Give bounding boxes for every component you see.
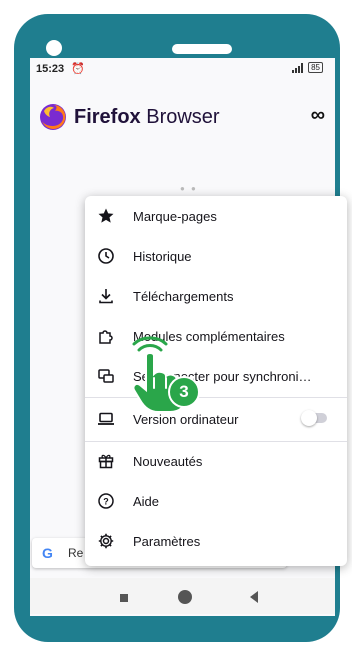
status-right: 85 <box>292 62 323 73</box>
menu-divider <box>85 397 347 398</box>
speaker-bar <box>172 44 232 54</box>
download-icon <box>97 287 115 305</box>
svg-text:?: ? <box>103 497 109 507</box>
infinity-icon[interactable]: ∞ <box>311 104 325 127</box>
brand-name: Firefox Browser <box>74 106 220 129</box>
desktop-site-toggle[interactable] <box>301 410 327 426</box>
menu-label-whats-new: Nouveautés <box>133 453 203 469</box>
menu-item-whats-new[interactable]: Nouveautés <box>85 441 347 481</box>
android-nav-bar <box>30 578 335 614</box>
status-bar: 15:23 ⏰ 85 <box>30 58 335 80</box>
sync-account-icon <box>97 367 115 385</box>
status-time: 15:23 <box>36 63 65 75</box>
help-icon: ? <box>97 492 115 510</box>
menu-item-sync[interactable]: Se connecter pour synchroni… <box>85 356 347 396</box>
menu-label-downloads: Téléchargements <box>133 288 234 304</box>
firefox-logo-icon <box>40 104 66 130</box>
step-number-badge: 3 <box>168 376 200 408</box>
menu-item-bookmarks[interactable]: Marque-pages <box>85 196 347 236</box>
laptop-icon <box>97 410 115 428</box>
signal-icon <box>292 62 304 73</box>
menu-item-downloads[interactable]: Téléchargements <box>85 276 347 316</box>
menu-label-help: Aide <box>133 493 160 509</box>
star-icon <box>97 207 115 225</box>
camera-dot <box>46 40 62 56</box>
gift-icon <box>97 452 115 470</box>
firefox-brand: Firefox Browser <box>38 102 220 132</box>
recent-apps-icon[interactable] <box>120 594 128 602</box>
menu-item-help[interactable]: ? Aide <box>85 481 347 521</box>
google-logo-icon: G <box>42 545 53 561</box>
menu-item-desktop-site[interactable]: Version ordinateur <box>85 399 347 439</box>
menu-item-settings[interactable]: Paramètres <box>85 521 347 561</box>
search-text: Re <box>68 546 84 560</box>
back-icon[interactable] <box>250 591 258 603</box>
home-icon[interactable] <box>178 590 192 604</box>
menu-label-settings: Paramètres <box>133 533 201 549</box>
firefox-main-menu: Marque-pages Historique Téléchargements … <box>85 196 347 566</box>
toggle-knob <box>301 410 317 426</box>
brand-name-bold: Firefox <box>74 105 141 128</box>
menu-label-bookmarks: Marque-pages <box>133 208 217 224</box>
battery-icon: 85 <box>308 62 323 73</box>
menu-item-addons[interactable]: Modules complémentaires <box>85 316 347 356</box>
puzzle-icon <box>97 327 115 345</box>
menu-label-history: Historique <box>133 248 192 264</box>
menu-item-history[interactable]: Historique <box>85 236 347 276</box>
gear-icon <box>97 532 115 550</box>
page-dots: ● ● <box>180 184 198 193</box>
alarm-icon: ⏰ <box>71 63 85 75</box>
clock-icon <box>97 247 115 265</box>
brand-name-rest: Browser <box>140 105 220 128</box>
